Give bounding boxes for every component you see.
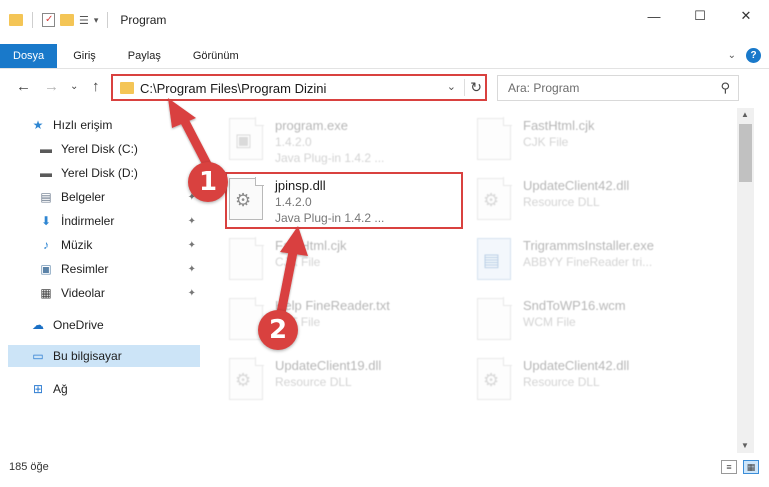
arrow-2 <box>275 226 308 323</box>
arrow-1 <box>168 98 215 175</box>
step-1-badge: 1 <box>188 162 228 202</box>
step-2-badge: 2 <box>258 310 298 350</box>
callout-arrows <box>168 98 308 323</box>
